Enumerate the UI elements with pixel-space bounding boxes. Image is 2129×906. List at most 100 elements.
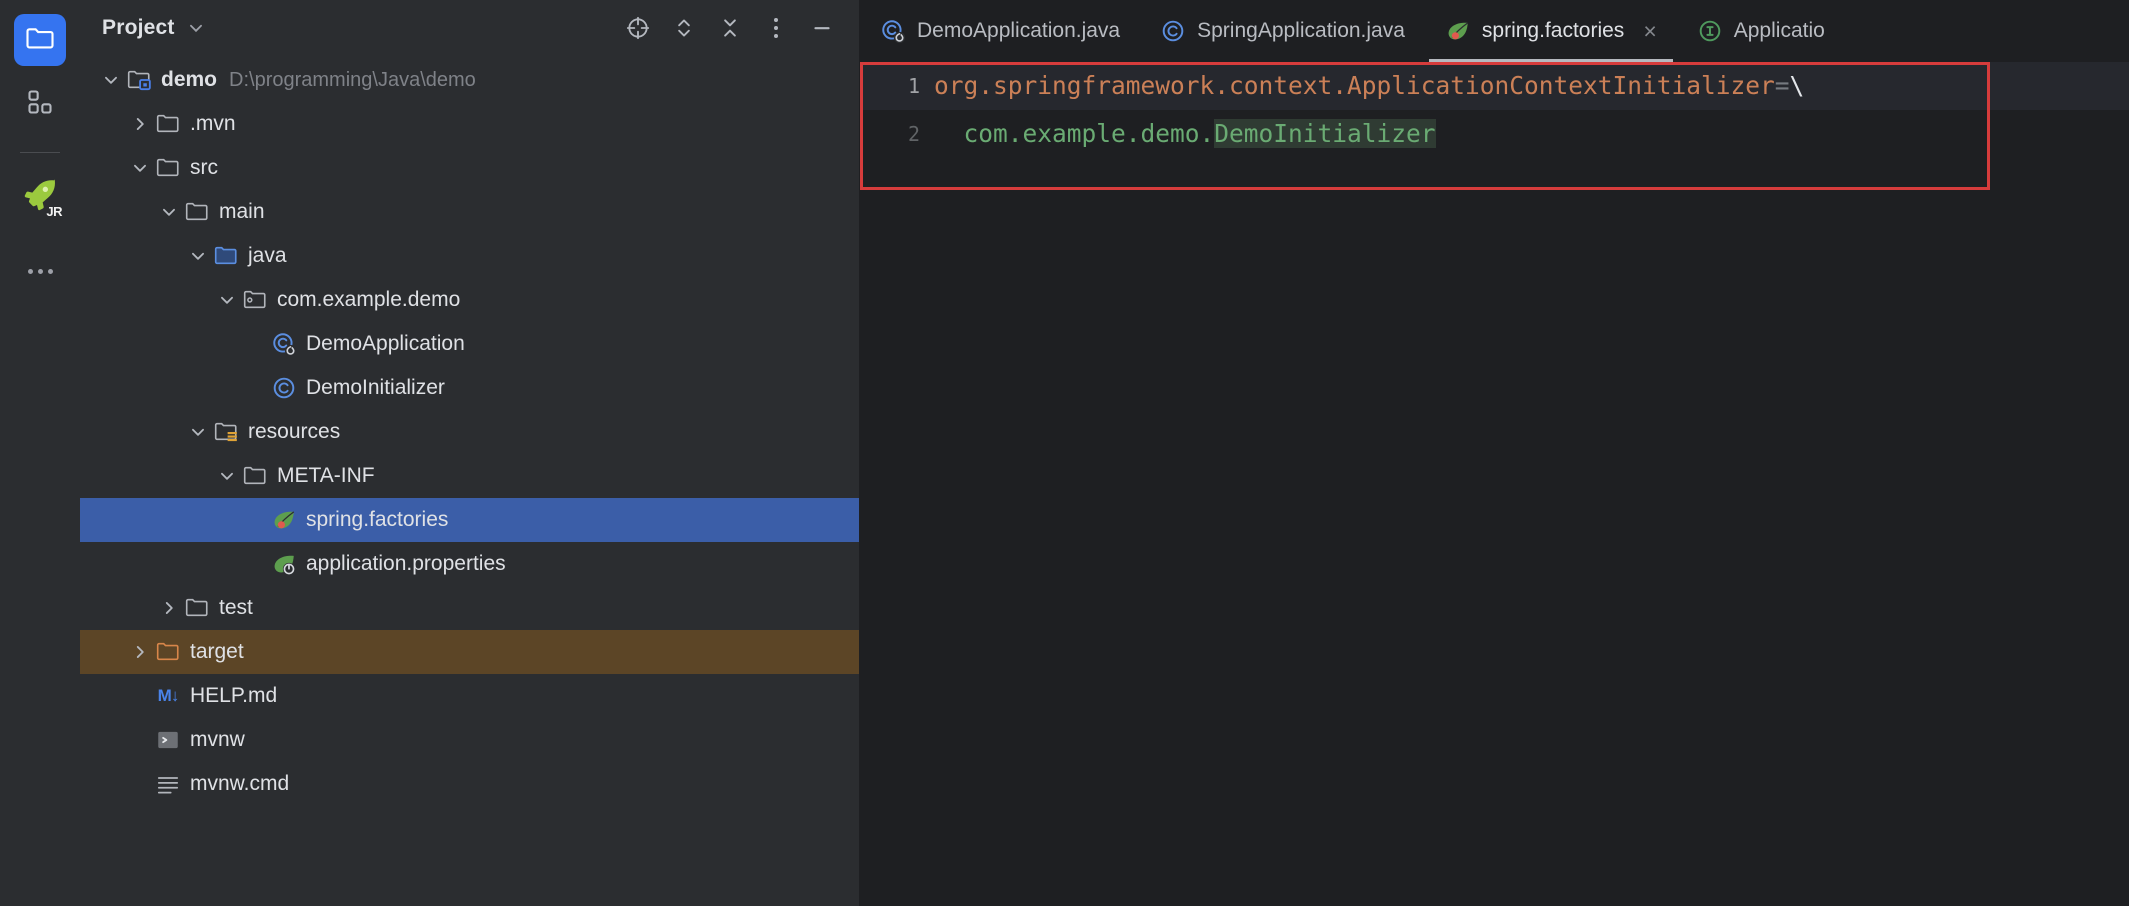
- tree-node-test[interactable]: test: [80, 586, 859, 630]
- java-class-icon: [1160, 18, 1186, 44]
- equals-separator: =: [1774, 71, 1790, 100]
- tree-node-mvn[interactable]: .mvn: [80, 102, 859, 146]
- tree-node-label: mvnw: [190, 728, 245, 751]
- project-panel-toolbar: [625, 15, 843, 41]
- project-tool-window: Project demo D:\programming\Java\demo .m…: [80, 0, 860, 906]
- tree-node-label: HELP.md: [190, 684, 278, 707]
- chevron-right-icon[interactable]: [156, 595, 182, 621]
- grid-blocks-icon: [26, 88, 54, 121]
- chevron-down-icon[interactable]: [127, 155, 153, 181]
- tree-node-resources[interactable]: resources: [80, 410, 859, 454]
- tree-node-main[interactable]: main: [80, 190, 859, 234]
- crosshair-target-icon[interactable]: [625, 15, 651, 41]
- tree-node-label: mvnw.cmd: [190, 772, 290, 795]
- excluded-folder-icon: [153, 638, 183, 666]
- tree-node-label: spring.factories: [306, 508, 449, 531]
- close-icon[interactable]: ×: [1643, 19, 1656, 43]
- chevron-down-icon[interactable]: [185, 243, 211, 269]
- chevron-down-icon[interactable]: [185, 419, 211, 445]
- editor-area: DemoApplication.java SpringApplication.ja…: [860, 0, 2129, 906]
- resource-root-folder-icon: [211, 418, 241, 446]
- module-folder-icon: [124, 66, 154, 94]
- markdown-icon: M↓: [157, 686, 180, 705]
- editor-tab-label: Applicatio: [1733, 19, 1825, 42]
- spring-boot-class-icon: [880, 18, 906, 44]
- tree-node-label: java: [248, 244, 287, 267]
- editor-tab-label: spring.factories: [1481, 19, 1625, 42]
- property-key: org.springframework.context.ApplicationC…: [934, 71, 1775, 100]
- jrebel-badge-label: JR: [46, 204, 62, 219]
- chevron-right-icon[interactable]: [127, 639, 153, 665]
- tree-node-label: main: [219, 200, 265, 223]
- activity-item-structure[interactable]: [14, 78, 66, 130]
- tree-node-demoinitializer[interactable]: DemoInitializer: [80, 366, 859, 410]
- tree-node-demoapplication[interactable]: DemoApplication: [80, 322, 859, 366]
- folder-icon: [240, 462, 270, 490]
- editor-tab-spring-factories[interactable]: spring.factories ×: [1425, 0, 1677, 62]
- tree-node-label: .mvn: [190, 112, 236, 135]
- line-continuation: \: [1789, 71, 1805, 100]
- editor-tab-applicatio[interactable]: Applicatio: [1677, 0, 1845, 62]
- folder-icon: [153, 154, 183, 182]
- class-name-highlighted: DemoInitializer: [1214, 119, 1436, 148]
- chevron-down-icon[interactable]: [214, 463, 240, 489]
- folder-icon: [182, 594, 212, 622]
- java-interface-icon: [1697, 18, 1723, 44]
- project-tree[interactable]: demo D:\programming\Java\demo .mvn src main j…: [80, 56, 859, 906]
- tree-node-src[interactable]: src: [80, 146, 859, 190]
- tree-node-com-example-demo[interactable]: com.example.demo: [80, 278, 859, 322]
- spring-boot-class-icon: [269, 330, 299, 358]
- vertical-dots-icon[interactable]: [763, 15, 789, 41]
- chevron-down-icon[interactable]: [98, 67, 124, 93]
- tree-node-path: D:\programming\Java\demo: [229, 68, 476, 91]
- activity-item-jrebel[interactable]: JR: [14, 171, 66, 223]
- chevron-up-down-icon[interactable]: [671, 15, 697, 41]
- folder-icon: [182, 198, 212, 226]
- tree-node-label: application.properties: [306, 552, 506, 575]
- tree-node-target[interactable]: target: [80, 630, 859, 674]
- code-editor[interactable]: 1 2 org.springframework.context.Applicat…: [860, 62, 2129, 906]
- tree-node-help-md[interactable]: M↓ HELP.md: [80, 674, 859, 718]
- code-content: org.springframework.context.ApplicationC…: [934, 62, 2129, 158]
- tree-node-demo[interactable]: demo D:\programming\Java\demo: [80, 58, 859, 102]
- spring-properties-icon: [269, 550, 299, 578]
- text-file-icon: [153, 770, 183, 798]
- tree-node-meta-inf[interactable]: META-INF: [80, 454, 859, 498]
- package-name: com.example.demo.: [963, 119, 1215, 148]
- package-icon: [240, 286, 270, 314]
- activity-item-project[interactable]: [14, 14, 66, 66]
- activity-bar-divider: [20, 152, 60, 153]
- editor-tab-label: SpringApplication.java: [1197, 19, 1405, 42]
- folder-icon: [153, 110, 183, 138]
- panel-title: Project: [102, 16, 175, 39]
- editor-tab-springapplication-java[interactable]: SpringApplication.java: [1140, 0, 1425, 62]
- source-root-folder-icon: [211, 242, 241, 270]
- activity-item-more[interactable]: [14, 245, 66, 297]
- tree-node-spring-factories[interactable]: spring.factories: [80, 498, 859, 542]
- code-line-2: com.example.demo.DemoInitializer: [934, 110, 2129, 158]
- activity-bar: JR: [0, 0, 80, 906]
- tree-node-label: com.example.demo: [277, 288, 461, 311]
- editor-tab-demoapplication-java[interactable]: DemoApplication.java: [860, 0, 1140, 62]
- tree-node-label: test: [219, 596, 253, 619]
- editor-tab-bar: DemoApplication.java SpringApplication.ja…: [860, 0, 2129, 62]
- ide-window: JR Project demo D:\programming\Java\demo…: [0, 0, 2129, 906]
- chevron-down-icon[interactable]: [214, 287, 240, 313]
- tree-node-label: resources: [248, 420, 341, 443]
- chevron-down-icon[interactable]: [187, 19, 205, 37]
- tree-node-application-properties[interactable]: application.properties: [80, 542, 859, 586]
- minimize-icon[interactable]: [809, 15, 835, 41]
- ellipsis-icon: [27, 268, 53, 274]
- chevron-down-icon[interactable]: [156, 199, 182, 225]
- shell-script-icon: [153, 726, 183, 754]
- tree-node-mvnw-cmd[interactable]: mvnw.cmd: [80, 762, 859, 806]
- collapse-all-icon[interactable]: [717, 15, 743, 41]
- line-number: 1: [860, 62, 934, 110]
- tree-node-mvnw[interactable]: mvnw: [80, 718, 859, 762]
- tree-node-label: demo: [161, 68, 218, 91]
- tree-node-java[interactable]: java: [80, 234, 859, 278]
- spring-leaf-icon: [269, 506, 299, 534]
- tree-node-label: target: [190, 640, 244, 663]
- chevron-right-icon[interactable]: [127, 111, 153, 137]
- line-number-gutter: 1 2: [860, 62, 934, 906]
